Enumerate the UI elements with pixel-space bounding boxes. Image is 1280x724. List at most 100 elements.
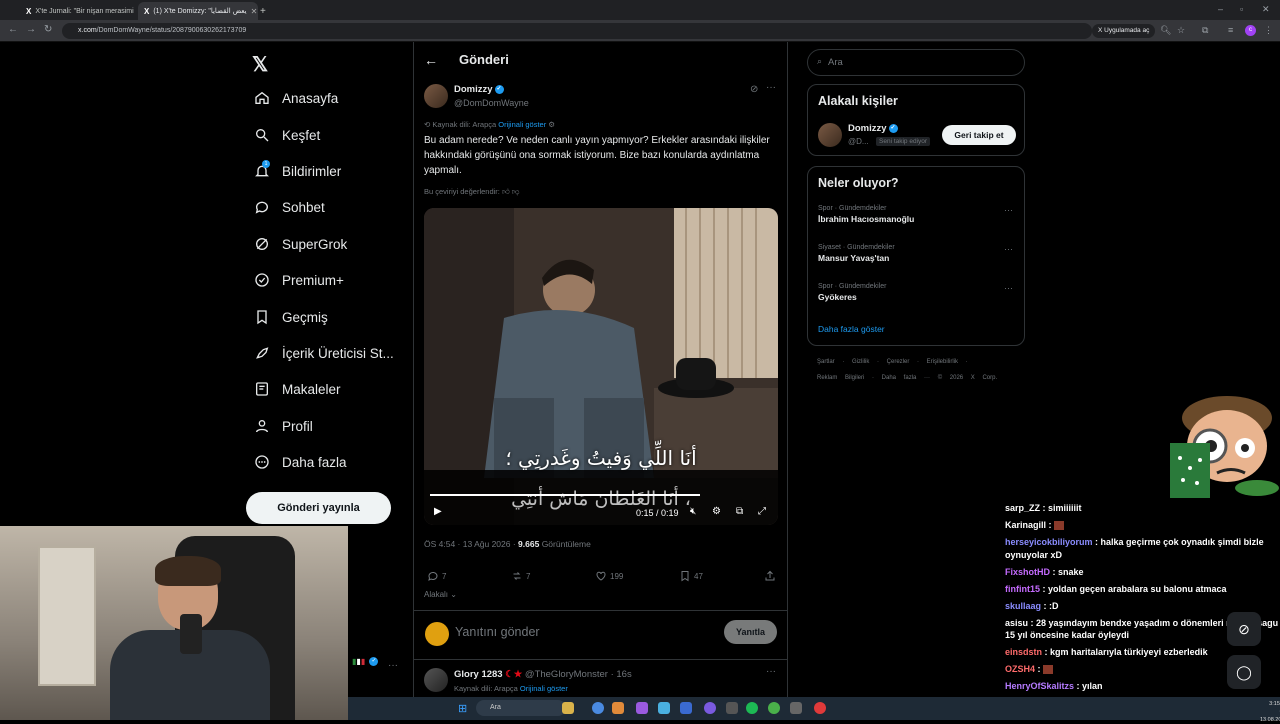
chat-username[interactable]: FixshotHD [1005,567,1050,577]
reply-input[interactable]: Yanıtını gönder [455,625,540,639]
reply-action[interactable]: 7 [427,570,446,582]
maximize-icon[interactable]: ▫ [1240,4,1243,14]
trend-item[interactable]: Spor · Gündemdekiler İbrahim Hacıosmanoğl… [818,205,914,224]
minimize-icon[interactable]: – [1218,4,1223,14]
like-action[interactable]: 199 [595,570,623,582]
forward-icon[interactable]: → [26,24,36,35]
extensions-icon[interactable]: ⧉ [1202,25,1208,36]
profile-avatar[interactable]: c [1245,25,1256,36]
post-button[interactable]: Gönderi yayınla [246,492,391,524]
back-arrow-icon[interactable]: ← [424,52,438,68]
video-settings-icon[interactable]: ⚙ [712,506,721,517]
discord-icon[interactable] [704,702,716,714]
app-icon[interactable] [636,702,648,714]
grok-icon[interactable]: ⊘ [750,84,758,95]
show-original-link[interactable]: Orijinali göster [498,120,546,129]
chrome-taskbar-icon[interactable] [592,702,604,714]
app-icon[interactable] [680,702,692,714]
chat-username[interactable]: herseyicokbiliyorum [1005,537,1093,547]
x-logo-icon[interactable]: 𝕏 [252,52,268,77]
show-more-link[interactable]: Daha fazla göster [818,324,885,334]
media-icon[interactable]: ≡ [1228,25,1233,35]
star-icon[interactable]: ☆ [1177,25,1185,36]
chrome-menu-icon[interactable]: ⋮ [1264,25,1273,36]
volume-icon[interactable]: 🔇︎ [690,506,696,517]
sidebar-item[interactable]: İçerik Üreticisi St... [254,345,394,361]
author-name[interactable]: Domizzy ✓ [454,84,504,95]
fullscreen-icon[interactable]: ⤢ [758,506,766,517]
trend-more-icon[interactable]: ··· [1004,244,1013,254]
trend-item[interactable]: Spor · Gündemdekiler Gyökeres [818,283,886,302]
sidebar-item[interactable]: Daha fazla [254,454,347,470]
author-handle[interactable]: @DomDomWayne [454,98,529,108]
browser-tab[interactable]: X X'te Jurnali: "Bir nişan merasimi ✕ [20,2,135,20]
search-input[interactable]: Ara [807,49,1025,76]
related-name[interactable]: Domizzy ✓ [848,123,898,134]
reply-show-original-link[interactable]: Orijinali göster [520,684,568,693]
messages-side-button[interactable]: ◯ [1227,655,1261,689]
chat-username[interactable]: skullaag [1005,601,1041,611]
trend-item[interactable]: Siyaset · Gündemdekiler Mansur Yavaş'tan [818,244,895,263]
taskbar-search[interactable]: Ara [476,700,566,716]
sidebar-item[interactable]: Sohbet [254,199,325,215]
chat-username[interactable]: einsdstn [1005,647,1042,657]
sidebar-item[interactable]: 1 Bildirimler [254,160,341,179]
app-icon[interactable] [814,702,826,714]
related-avatar[interactable] [818,123,842,147]
file-explorer-icon[interactable] [562,702,574,714]
reply-author[interactable]: Glory 1283 ☾★ @TheGloryMonster · 16s [454,669,632,680]
chat-username[interactable]: asisu [1005,618,1028,628]
thumbs-down-icon[interactable]: 👎︎ [512,187,520,196]
app-icon[interactable] [790,702,802,714]
more-options-icon[interactable]: ··· [388,660,398,671]
app-icon[interactable] [612,702,624,714]
settings-gear-icon[interactable]: ⚙ [548,120,555,129]
thumbs-up-icon[interactable]: 👍︎ [502,187,510,196]
follow-back-button[interactable]: Geri takip et [942,125,1016,145]
windows-start-icon[interactable]: ⊞ [458,702,467,715]
chat-username[interactable]: sarp_ZZ [1005,503,1040,513]
picture-in-picture-icon[interactable]: ⧉ [736,506,743,517]
spotify-icon[interactable] [746,702,758,714]
reload-icon[interactable]: ↻ [44,24,52,35]
footer-links[interactable]: Şartlar · Gizlilik · Çerezler · Erişileb… [817,359,968,365]
chat-username[interactable]: HenryOfSkalitzs [1005,681,1074,691]
chat-username[interactable]: finfint15 [1005,584,1040,594]
sidebar-item[interactable]: Geçmiş [254,309,328,325]
open-in-app-button[interactable]: X Uygulamada aç [1092,24,1156,38]
reply-author-avatar[interactable] [424,668,448,692]
chat-username[interactable]: Karinagill [1005,520,1046,530]
own-avatar[interactable] [425,622,449,646]
app-icon[interactable] [658,702,670,714]
author-avatar[interactable] [424,84,448,108]
close-window-icon[interactable]: ✕ [1262,4,1270,15]
sidebar-item[interactable]: Anasayfa [254,90,338,106]
play-icon[interactable]: ▶ [434,506,442,517]
more-options-icon[interactable]: ··· [766,82,776,93]
video-progress-bar[interactable] [430,494,701,496]
bookmark-action[interactable]: 47 [679,570,703,582]
browser-tab-active[interactable]: X (1) X'te Domizzy: "يعض القضايا ✕ [138,2,258,20]
sidebar-item[interactable]: SuperGrok [254,236,347,252]
footer-links-2[interactable]: Reklam Bilgileri · Daha fazla ··· © 2026… [817,375,997,381]
new-tab-button[interactable]: + [258,2,272,20]
sidebar-item[interactable]: Premium+ [254,272,344,288]
app-icon[interactable] [726,702,738,714]
repost-action[interactable]: 7 [511,570,530,582]
related-handle[interactable]: @D... [848,137,869,146]
share-action[interactable] [764,570,776,582]
video-player[interactable]: أنَا اللِّي وَفيتُ وغَدرتِي ؛ أنَا الغَل… [424,208,778,525]
app-icon[interactable] [768,702,780,714]
trend-more-icon[interactable]: ··· [1004,283,1013,293]
sidebar-item[interactable]: Keşfet [254,127,320,143]
reply-more-icon[interactable]: ··· [766,666,776,677]
zoom-icon[interactable]: 🔍︎ [1160,25,1171,36]
sort-replies-dropdown[interactable]: Alakalı ⌄ [424,590,457,599]
tab-close-icon[interactable]: ✕ [251,7,258,16]
grok-side-button[interactable]: ⊘ [1227,612,1261,646]
taskbar-clock[interactable]: 3:15:24 ÖS13.08.2026 [1260,700,1280,724]
reply-button[interactable]: Yanıtla [724,620,777,644]
trend-more-icon[interactable]: ··· [1004,205,1013,215]
sidebar-item[interactable]: Profil [254,418,313,434]
chat-username[interactable]: OZSH4 [1005,664,1035,674]
